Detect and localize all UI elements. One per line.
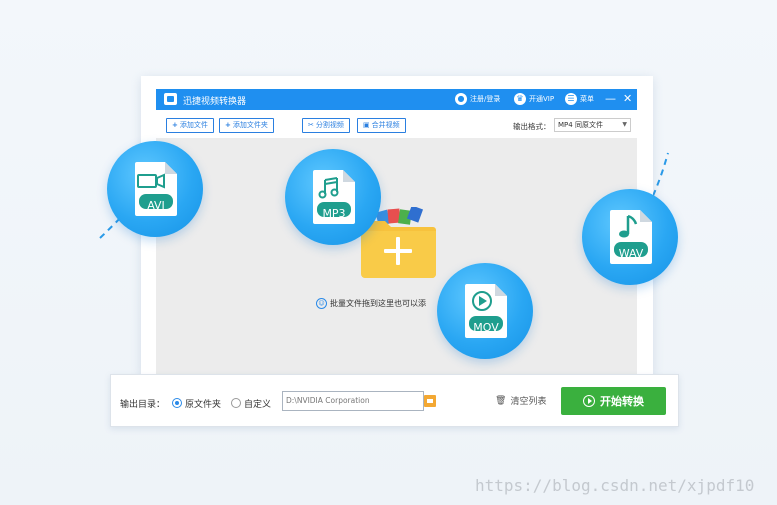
output-format-label: 输出格式：: [513, 122, 551, 131]
split-video-label: 分割视频: [315, 121, 344, 129]
merge-video-button[interactable]: ▣ 合并视频: [357, 118, 406, 133]
play-icon: [583, 395, 595, 407]
output-settings-bar: 输出目录： 原文件夹 自定义 D:\NVIDIA Corporation 🗑 清…: [110, 374, 679, 427]
toolbar: + 添加文件 + 添加文件夹 ✂ 分割视频 ▣ 合并视频 输出格式： MP4 同原文件 …: [156, 110, 637, 138]
menu-icon: ☰: [565, 93, 577, 105]
output-format-value: MP4 同原文件: [558, 121, 603, 129]
merge-video-label: 合并视频: [371, 121, 400, 129]
radio-original-folder[interactable]: [172, 398, 182, 408]
radio-custom[interactable]: [231, 398, 241, 408]
drop-hint: ☺ 批量文件拖到这里也可以添: [316, 298, 426, 309]
drop-hint-text: 批量文件拖到这里也可以添: [330, 299, 426, 308]
output-path-input[interactable]: D:\NVIDIA Corporation: [282, 391, 424, 411]
trash-icon: 🗑: [495, 395, 507, 406]
app-logo-icon: [164, 93, 177, 105]
add-file-button[interactable]: + 添加文件: [166, 118, 214, 133]
vip-icon: ♛: [514, 93, 526, 105]
plus-icon: +: [225, 121, 231, 129]
split-video-button[interactable]: ✂ 分割视频: [302, 118, 350, 133]
merge-icon: ▣: [363, 121, 370, 129]
avi-format-badge: AVI: [107, 141, 203, 237]
start-convert-label: 开始转换: [600, 395, 644, 408]
mp3-label: MP3: [322, 207, 346, 220]
output-format-select[interactable]: MP4 同原文件 ▼: [554, 118, 631, 132]
output-dir-label: 输出目录：: [120, 400, 166, 410]
close-button[interactable]: ✕: [623, 92, 632, 106]
register-label: 注册/登录: [470, 95, 501, 103]
clear-list-label: 清空列表: [510, 397, 547, 407]
smile-icon: ☺: [316, 298, 327, 309]
app-title: 迅捷视频转换器: [183, 97, 247, 107]
scissors-icon: ✂: [308, 121, 314, 129]
vip-button[interactable]: ♛ 开通VIP: [514, 93, 554, 105]
register-button[interactable]: ● 注册/登录: [455, 93, 500, 105]
plus-icon: +: [172, 121, 178, 129]
option-custom-label: 自定义: [244, 400, 272, 410]
clear-list-button[interactable]: 🗑 清空列表: [495, 394, 547, 408]
option-original-label: 原文件夹: [185, 400, 222, 410]
watermark: https://blog.csdn.net/xjpdf10: [475, 476, 755, 495]
menu-button[interactable]: ☰ 菜单: [565, 93, 594, 105]
avi-label: AVI: [147, 199, 165, 212]
add-folder-label: 添加文件夹: [232, 121, 268, 129]
wav-label: WAV: [618, 247, 644, 260]
start-convert-button[interactable]: 开始转换: [561, 387, 666, 415]
browse-folder-icon[interactable]: [424, 395, 436, 407]
vip-label: 开通VIP: [529, 95, 555, 103]
wav-format-badge: WAV: [582, 189, 678, 285]
mov-format-badge: MOV: [437, 263, 533, 359]
add-file-label: 添加文件: [179, 121, 208, 129]
menu-label: 菜单: [580, 95, 594, 103]
title-bar: 迅捷视频转换器 ● 注册/登录 ♛ 开通VIP ☰ 菜单 — ✕: [156, 89, 637, 110]
user-icon: ●: [455, 93, 467, 105]
chevron-down-icon: ▼: [622, 121, 627, 128]
add-folder-button[interactable]: + 添加文件夹: [219, 118, 274, 133]
minimize-button[interactable]: —: [605, 92, 616, 106]
mp3-format-badge: MP3: [285, 149, 381, 245]
mov-label: MOV: [473, 321, 499, 334]
